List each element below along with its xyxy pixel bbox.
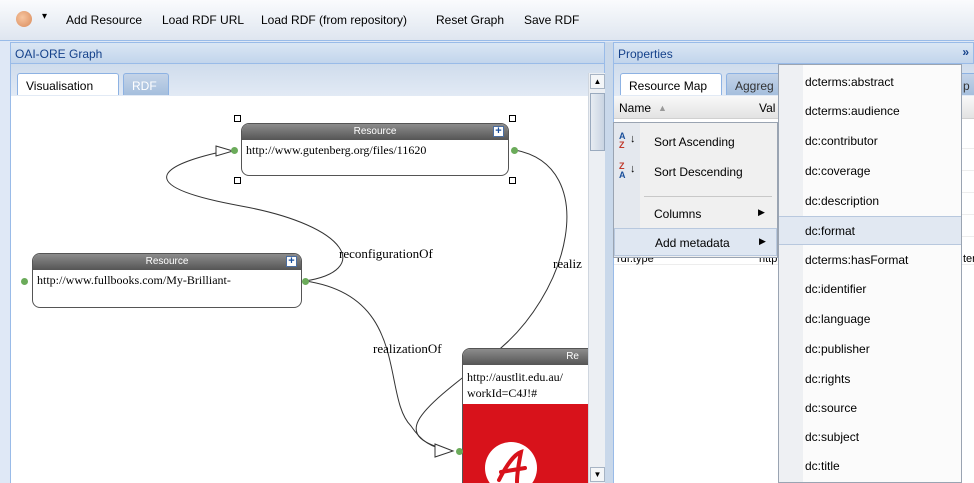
tab-aggregation[interactable]: Aggreg (726, 73, 786, 95)
submenu-item[interactable]: dc:rights (779, 365, 961, 394)
column-value-header[interactable]: Val (759, 101, 775, 115)
tab-resource-map[interactable]: Resource Map (620, 73, 722, 95)
edge-label-reconfiguration: reconfigurationOf (339, 246, 433, 261)
selection-handle[interactable] (234, 177, 241, 184)
menu-item-label: Add metadata (655, 236, 730, 250)
properties-panel-title: Properties (618, 47, 673, 61)
graph-panel-header: OAI-ORE Graph (10, 42, 605, 64)
submenu-item[interactable]: dc:contributor (779, 127, 961, 156)
resource-node-fullbooks[interactable]: Resource + http://www.fullbooks.com/My-B… (32, 253, 302, 308)
submenu-item-highlighted[interactable]: dc:format (779, 216, 961, 245)
submenu-item[interactable]: dcterms:audience (779, 97, 961, 126)
app-menu-caret-icon[interactable]: ▾ (42, 11, 47, 22)
add-metadata-submenu: dcterms:abstract dcterms:audience dc:con… (778, 64, 962, 483)
reset-graph-button[interactable]: Reset Graph (436, 13, 504, 27)
resource-node-header: Resource (33, 254, 301, 270)
load-rdf-repository-button[interactable]: Load RDF (from repository) (261, 13, 407, 27)
selection-handle[interactable] (509, 177, 516, 184)
graph-canvas[interactable]: Resource + http://www.gutenberg.org/file… (10, 96, 589, 483)
edge-realization-2[interactable] (304, 280, 452, 452)
selection-handle[interactable] (509, 115, 516, 122)
column-context-menu: A Z ↓ Sort Ascending Z A ↓ Sort Descending C… (613, 122, 778, 258)
sort-asc-icon: ▲ (658, 103, 667, 113)
submenu-item[interactable]: dc:language (779, 305, 961, 334)
edge-label-realization-partial: realiz (553, 256, 582, 271)
submenu-item[interactable]: dc:coverage (779, 157, 961, 186)
submenu-item[interactable]: dcterms:hasFormat (779, 246, 961, 275)
main-toolbar: ▾ Add Resource Load RDF URL Load RDF (fr… (0, 0, 974, 41)
graph-panel-title: OAI-ORE Graph (15, 47, 103, 61)
port-dot[interactable] (511, 147, 518, 154)
menu-add-metadata[interactable]: Add metadata ▶ (614, 228, 777, 256)
submenu-item[interactable]: dc:title (779, 452, 961, 481)
graph-vertical-scrollbar[interactable]: ▲ ▼ (588, 73, 606, 483)
menu-sort-ascending[interactable]: A Z ↓ Sort Ascending (614, 128, 777, 156)
save-rdf-button[interactable]: Save RDF (524, 13, 579, 27)
expand-plus-icon[interactable]: + (286, 256, 297, 267)
resource-node-url: http://www.fullbooks.com/My-Brilliant- (37, 273, 231, 287)
port-dot[interactable] (302, 278, 309, 285)
submenu-item[interactable]: dcterms:abstract (779, 68, 961, 97)
menu-item-label: Columns (654, 207, 702, 221)
scroll-thumb[interactable] (590, 93, 605, 151)
collapse-panel-icon[interactable]: » (962, 45, 969, 59)
arrow-head-2 (434, 443, 455, 458)
resource-node-gutenberg[interactable]: Resource + http://www.gutenberg.org/file… (241, 123, 509, 176)
grid-row-value-tail: ter (963, 253, 974, 265)
resource-node-austlit[interactable]: Re http://austlit.edu.au/ workId=C4J!# (462, 348, 589, 483)
menu-separator (644, 196, 772, 197)
panel-splitter[interactable] (605, 42, 613, 483)
submenu-item[interactable]: dc:publisher (779, 335, 961, 364)
menu-columns[interactable]: Columns ▶ (614, 200, 777, 228)
expand-plus-icon[interactable]: + (493, 126, 504, 137)
port-dot[interactable] (231, 147, 238, 154)
menu-item-label: Sort Ascending (654, 135, 735, 149)
submenu-item[interactable]: dc:source (779, 394, 961, 423)
resource-node-url: http://www.gutenberg.org/files/11620 (246, 143, 427, 157)
submenu-item[interactable]: dc:description (779, 187, 961, 216)
resource-node-url-line2: workId=C4J!# (467, 386, 538, 400)
resource-node-header: Resource (242, 124, 508, 140)
submenu-arrow-icon: ▶ (758, 207, 765, 217)
sort-ascending-icon: A Z ↓ (619, 131, 636, 150)
port-dot[interactable] (21, 278, 28, 285)
graph-tab-strip: Visualisation RDF (10, 64, 605, 96)
app-logo-icon[interactable] (16, 11, 32, 27)
tab-rdf[interactable]: RDF (123, 73, 169, 95)
menu-item-label: Sort Descending (654, 165, 743, 179)
selection-handle[interactable] (234, 115, 241, 122)
tab-visualisation[interactable]: Visualisation (17, 73, 119, 95)
port-dot[interactable] (456, 448, 463, 455)
sort-descending-icon: Z A ↓ (619, 161, 636, 180)
scroll-up-icon[interactable]: ▲ (590, 74, 605, 89)
submenu-item[interactable]: dc:identifier (779, 275, 961, 304)
submenu-arrow-icon: ▶ (759, 236, 766, 246)
scroll-down-icon[interactable]: ▼ (590, 467, 605, 482)
load-rdf-url-button[interactable]: Load RDF URL (162, 13, 244, 27)
column-name-header[interactable]: Name (619, 101, 651, 115)
edge-label-realization: realizationOf (373, 341, 442, 356)
resource-node-header: Re (463, 349, 589, 365)
resource-node-url: http://austlit.edu.au/ (467, 370, 563, 384)
austlit-logo-icon (463, 404, 589, 483)
submenu-item[interactable]: dc:subject (779, 423, 961, 452)
properties-panel-header: Properties » (613, 42, 974, 64)
menu-sort-descending[interactable]: Z A ↓ Sort Descending (614, 158, 777, 186)
add-resource-button[interactable]: Add Resource (66, 13, 142, 27)
